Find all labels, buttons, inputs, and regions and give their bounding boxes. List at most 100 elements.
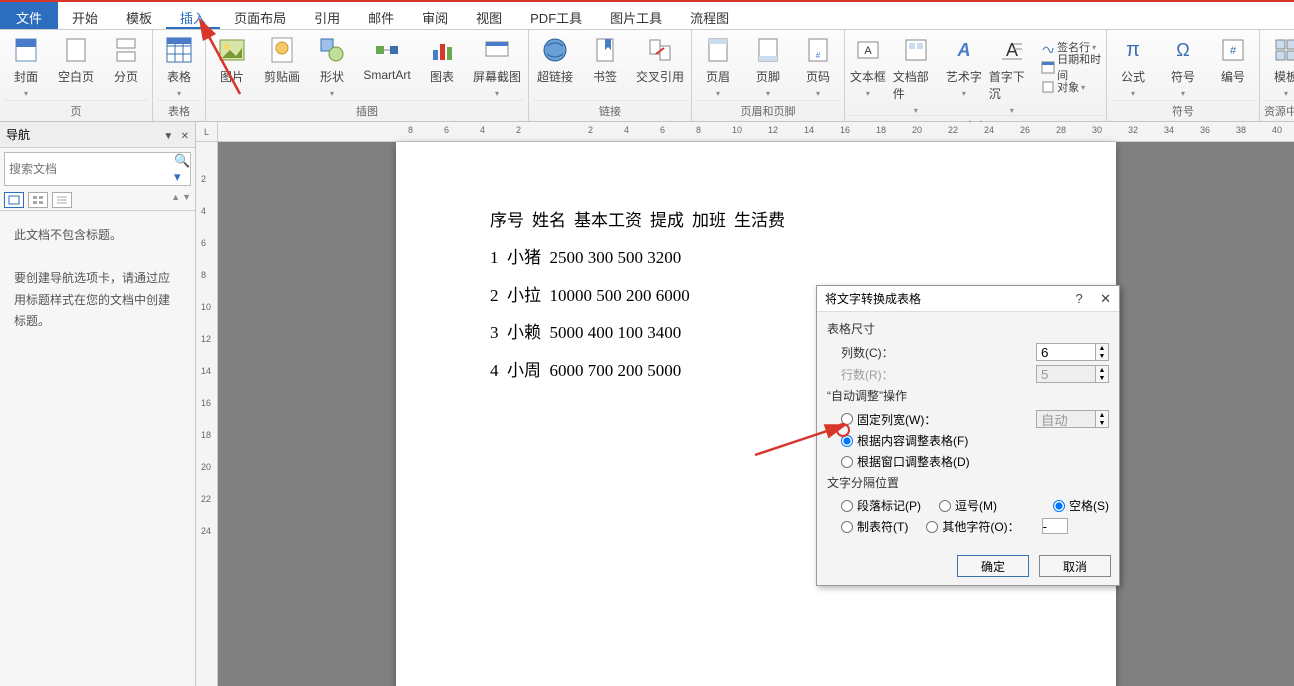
shape-icon [318, 36, 346, 64]
restemplate-button[interactable]: 模板▾ [1264, 36, 1294, 98]
nav-down-icon[interactable]: ▼ [182, 192, 191, 208]
pageno-icon: # [804, 36, 832, 64]
omega-icon: Ω [1169, 36, 1197, 64]
screenshot-button[interactable]: 屏幕截图▾ [470, 36, 524, 98]
menu-mail[interactable]: 邮件 [354, 2, 408, 29]
nav-search-input[interactable] [5, 158, 168, 180]
menu-pdf[interactable]: PDF工具 [516, 2, 596, 29]
menu-pictool[interactable]: 图片工具 [596, 2, 676, 29]
separator-label: 文字分隔位置 [827, 474, 1109, 491]
nav-tab-results[interactable] [52, 192, 72, 208]
footer-icon [754, 36, 782, 64]
header-icon [704, 36, 732, 64]
ruler-corner: L [196, 122, 218, 142]
sep-paragraph-radio[interactable] [841, 500, 853, 512]
textbox-icon: A [854, 36, 882, 64]
cols-label: 列数(C)： [841, 344, 894, 361]
dialog-help-icon[interactable]: ? [1076, 291, 1083, 306]
textbox-button[interactable]: A文本框▾ [849, 36, 887, 98]
horizontal-ruler[interactable]: 8642246810121416182022242628303234363840… [218, 122, 1294, 142]
pagebreak-button[interactable]: 分页 [104, 36, 148, 85]
cols-up-icon[interactable]: ▲ [1096, 344, 1108, 352]
sep-comma-radio[interactable] [939, 500, 951, 512]
nav-tab-headings[interactable] [4, 192, 24, 208]
table-row: 3 小赖 5000 400 100 3400 [490, 314, 793, 351]
menu-reference[interactable]: 引用 [300, 2, 354, 29]
svg-text:#: # [1230, 45, 1237, 57]
object-button[interactable]: 对象▾ [1041, 78, 1102, 96]
page-content[interactable]: 序号姓名基本工资提成加班生活费 1 小猪 2500 300 500 32002 … [490, 202, 793, 389]
header-button[interactable]: 页眉▾ [696, 36, 740, 98]
table-button[interactable]: 表格▾ [157, 36, 201, 98]
svg-text:A: A [864, 45, 872, 57]
smartart-button[interactable]: SmartArt [360, 36, 414, 82]
clipart-icon [268, 36, 296, 64]
nav-close-icon[interactable]: ✕ [181, 131, 189, 142]
bookmark-icon [591, 36, 619, 64]
sep-other-input[interactable] [1042, 518, 1068, 534]
smartart-icon [373, 36, 401, 64]
search-icon[interactable]: 🔍 ▾ [168, 153, 196, 185]
nav-tab-pages[interactable] [28, 192, 48, 208]
rows-down-icon: ▼ [1096, 374, 1108, 382]
hyperlink-button[interactable]: 超链接 [533, 36, 577, 85]
cols-input[interactable] [1036, 343, 1096, 361]
footer-button[interactable]: 页脚▾ [746, 36, 790, 98]
nav-up-icon[interactable]: ▲ [171, 192, 180, 208]
sep-other-radio[interactable] [926, 521, 938, 533]
svg-text:A: A [1006, 40, 1018, 60]
bookmark-button[interactable]: 书签 [583, 36, 627, 85]
group-hf-label: 页眉和页脚 [696, 100, 840, 121]
menu-start[interactable]: 开始 [58, 2, 112, 29]
pageno-button[interactable]: #页码▾ [796, 36, 840, 98]
menu-pagelayout[interactable]: 页面布局 [220, 2, 300, 29]
quickparts-button[interactable]: 文档部件▾ [893, 36, 939, 115]
clipart-button[interactable]: 剪贴画 [260, 36, 304, 85]
menu-view[interactable]: 视图 [462, 2, 516, 29]
cancel-button[interactable]: 取消 [1039, 555, 1111, 577]
nav-msg2: 要创建导航选项卡，请通过应用标题样式在您的文档中创建标题。 [14, 268, 181, 333]
symbol-button[interactable]: Ω符号▾ [1161, 36, 1205, 98]
equation-button[interactable]: π公式▾ [1111, 36, 1155, 98]
navigation-pane: 导航 ▼ ✕ 🔍 ▾ ▲ ▼ 此文档不包含标题。 要创建导航选项卡，请通过应用标… [0, 122, 196, 686]
menubar: 文件 开始 模板 插入 页面布局 引用 邮件 审阅 视图 PDF工具 图片工具 … [0, 2, 1294, 30]
sep-tab-radio[interactable] [841, 521, 853, 533]
menu-flowchart[interactable]: 流程图 [676, 2, 743, 29]
picture-button[interactable]: 图片 [210, 36, 254, 85]
group-illus-label: 插图 [210, 100, 524, 121]
nav-search[interactable]: 🔍 ▾ [4, 152, 191, 186]
sep-space-radio[interactable] [1053, 500, 1065, 512]
quickparts-icon [902, 36, 930, 64]
dropcap-button[interactable]: A首字下沉▾ [989, 36, 1035, 115]
svg-text:#: # [816, 51, 821, 60]
crossref-button[interactable]: 交叉引用 [633, 36, 687, 85]
vertical-ruler[interactable]: 24681012141618202224 [196, 142, 218, 686]
menu-template[interactable]: 模板 [112, 2, 166, 29]
shape-button[interactable]: 形状▾ [310, 36, 354, 98]
rows-input [1036, 365, 1096, 383]
wordart-button[interactable]: A艺术字▾ [945, 36, 983, 98]
dialog-close-icon[interactable]: ✕ [1100, 291, 1111, 306]
menu-file[interactable]: 文件 [0, 2, 58, 29]
menu-insert[interactable]: 插入 [166, 2, 220, 29]
number-button[interactable]: #编号 [1211, 36, 1255, 85]
ribbon: 封面▾ 空白页 分页 页 表格▾ 表格 图片 剪贴画 形状▾ SmartArt … [0, 30, 1294, 122]
chart-button[interactable]: 图表 [420, 36, 464, 85]
blankpage-icon [62, 36, 90, 64]
ok-button[interactable]: 确定 [957, 555, 1029, 577]
datetime-button[interactable]: 日期和时间 [1041, 58, 1102, 76]
blankpage-button[interactable]: 空白页 [54, 36, 98, 85]
nav-dropdown-icon[interactable]: ▼ [163, 131, 173, 142]
autofit-window-radio[interactable] [841, 456, 853, 468]
table-size-label: 表格尺寸 [827, 320, 1109, 337]
menu-review[interactable]: 审阅 [408, 2, 462, 29]
annotation-circle [836, 423, 850, 437]
cover-button[interactable]: 封面▾ [4, 36, 48, 98]
pagebreak-icon [112, 36, 140, 64]
svg-text:A: A [956, 40, 970, 60]
table-icon [165, 36, 193, 64]
cols-down-icon[interactable]: ▼ [1096, 352, 1108, 360]
nav-title: 导航 [6, 126, 30, 143]
autofit-window-label: 根据窗口调整表格(D) [857, 453, 970, 470]
dropcap-icon: A [998, 36, 1026, 64]
